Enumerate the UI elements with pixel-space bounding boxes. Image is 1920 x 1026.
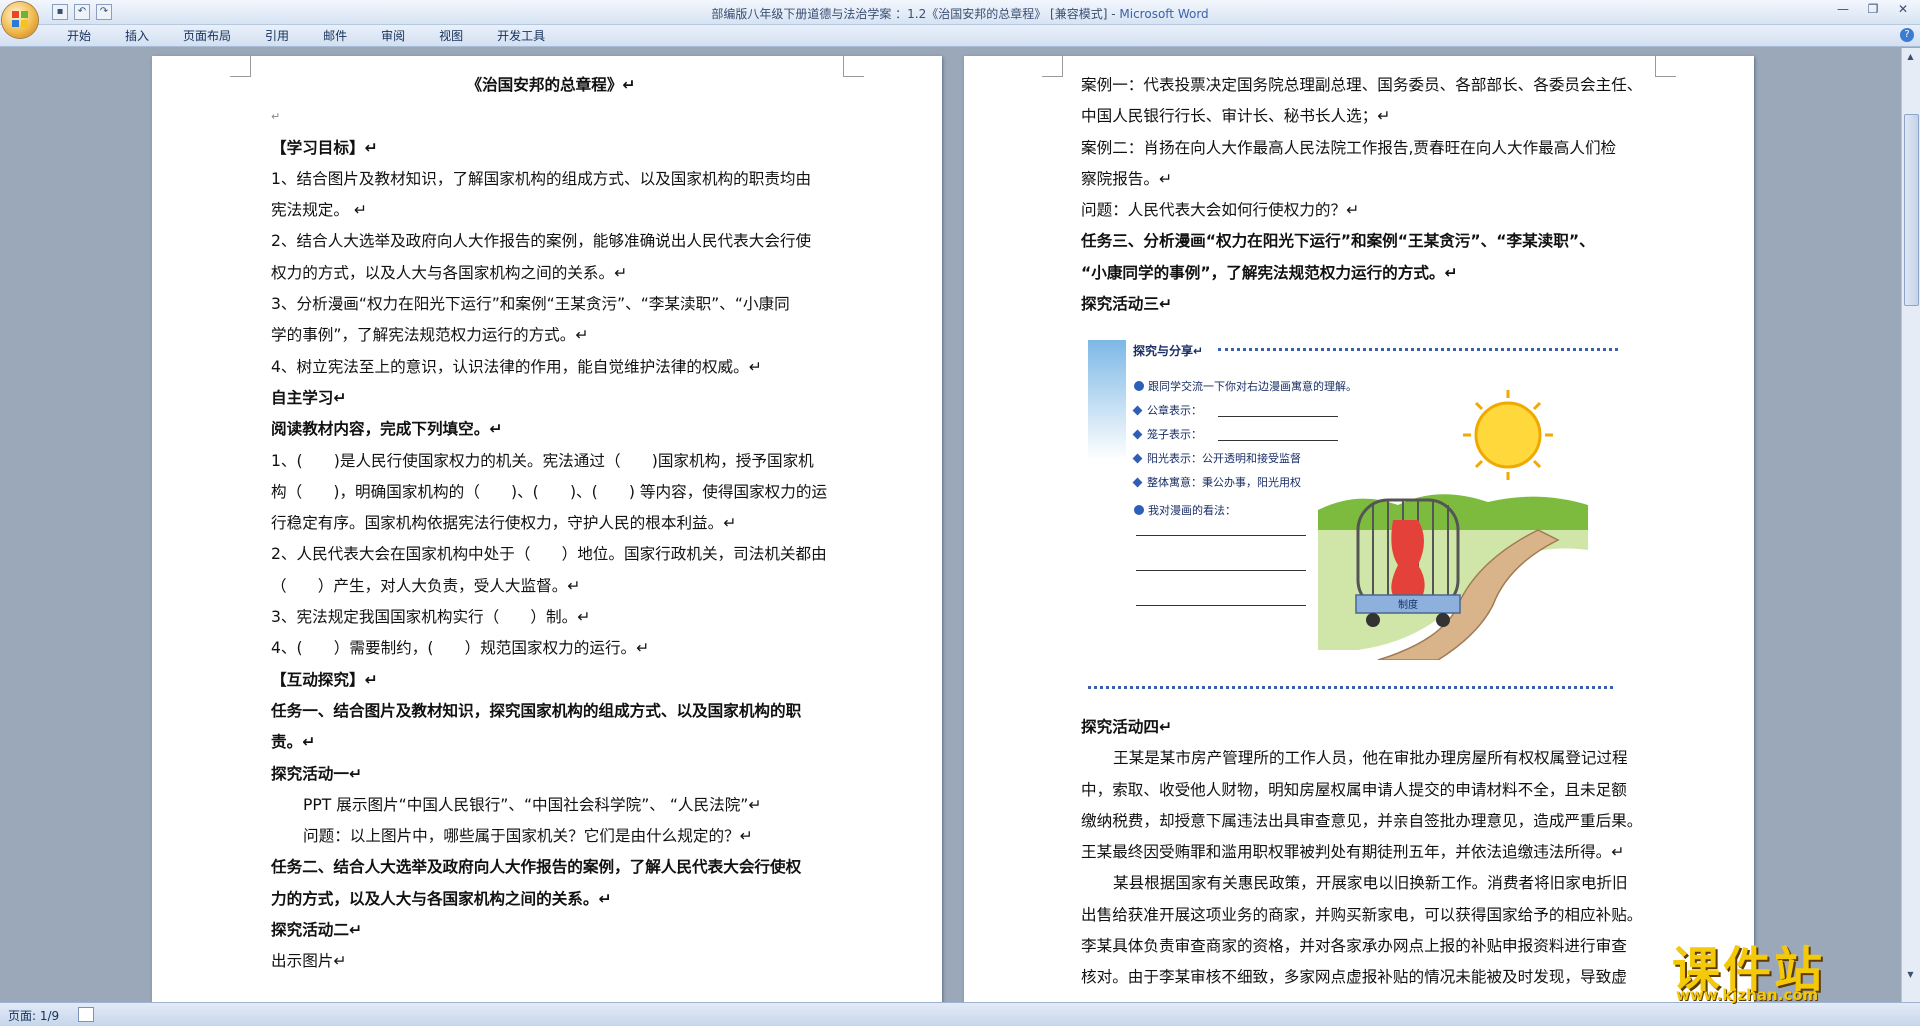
text-line: 问题：人民代表大会如何行使权力的？↵ — [1081, 201, 1360, 220]
text-line: 【互动探究】↵ — [271, 670, 378, 689]
ribbon-tab[interactable]: 插入 — [108, 25, 166, 46]
text-line: 任务一、结合图片及教材知识，探究国家机构的组成方式、以及国家机构的职 — [271, 701, 802, 720]
text-line: “小康同学的事例”，了解宪法规范权力运行的方式。↵ — [1081, 263, 1458, 282]
vertical-scrollbar[interactable]: ▲ ▼ — [1901, 48, 1920, 1002]
text-line: 探究活动二↵ — [271, 921, 363, 940]
figure-side-banner — [1088, 340, 1126, 460]
svg-text:制度: 制度 — [1398, 598, 1418, 611]
text-line: 探究活动一↵ — [271, 764, 363, 783]
help-icon[interactable]: ? — [1900, 28, 1914, 42]
text-line: 探究活动三↵ — [1081, 295, 1173, 314]
text-line: 1、结合图片及教材知识，了解国家机构的组成方式、以及国家机构的职责均由 — [271, 169, 812, 188]
dotted-divider-top — [1218, 348, 1618, 351]
close-icon[interactable]: ✕ — [1890, 0, 1916, 18]
text-line: 宪法规定。 ↵ — [271, 201, 367, 220]
text-line: 自主学习↵ — [271, 388, 347, 407]
text-line: 某县根据国家有关惠民政策，开展家电以旧换新工作。消费者将旧家电折旧 — [1113, 874, 1628, 893]
text-line: 力的方式，以及人大与各国家机构之间的关系。↵ — [271, 889, 612, 908]
ribbon-tabs: 开始 插入 页面布局 引用 邮件 审阅 视图 开发工具 — [0, 25, 1920, 47]
text-line: 3、分析漫画“权力在阳光下运行”和案例“王某贪污”、“李某渎职”、“小康同 — [271, 295, 790, 314]
ribbon-tab[interactable]: 审阅 — [364, 25, 422, 46]
text-line: 任务三、分析漫画“权力在阳光下运行”和案例“王某贪污”、“李某渎职”、 — [1081, 232, 1595, 251]
text-line: 察院报告。↵ — [1081, 169, 1173, 188]
cartoon-figure: 探究与分享↵ 跟同学交流一下你对右边漫画寓意的理解。 公章表示： 笼子表示： 阳… — [1088, 330, 1628, 689]
left-page-text[interactable]: 《治国安邦的总章程》↵ ↵ 【学习目标】↵ 1、结合图片及教材知识，了解国家机构的组成… — [271, 70, 831, 978]
text-line: 任务二、结合人大选举及政府向人大作报告的案例，了解人民代表大会行使权 — [271, 858, 802, 877]
text-line: ↵ — [271, 110, 281, 124]
text-line: 出售给获准开展这项业务的商家，并购买新家电，可以获得国家给予的相应补贴。 — [1081, 905, 1643, 924]
text-line: 王某最终因受贿罪和滥用职权罪被判处有期徒刑五年，并依法追缴违法所得。↵ — [1081, 843, 1625, 862]
dotted-divider-bottom — [1088, 686, 1613, 689]
app-name: Microsoft Word — [1119, 7, 1209, 21]
title-bar: ▪ ↶ ↷ 部编版八年级下册道德与法治学案 ：1.2《治国安邦的总章程》 [兼容… — [0, 0, 1920, 25]
figure-item: 笼子表示： — [1132, 426, 1202, 442]
text-line: 权力的方式，以及人大与各国家机构之间的关系。↵ — [271, 263, 628, 282]
crop-mark — [1042, 56, 1063, 77]
text-line: 4、( ）需要制约，( ）规范国家权力的运行。↵ — [271, 639, 650, 658]
text-line: （ ）产生，对人大负责，受人大监督。↵ — [271, 576, 581, 595]
minimize-icon[interactable]: — — [1830, 0, 1856, 18]
crop-mark — [1655, 56, 1676, 77]
figure-item: 公章表示： — [1132, 402, 1202, 418]
figure-item: 整体寓意：秉公办事，阳光用权 — [1132, 474, 1301, 490]
text-line: 案例一：代表投票决定国务院总理副总理、国务委员、各部部长、各委员会主任、 — [1081, 76, 1643, 94]
text-line: 核对。由于李某审核不细致，多家网点虚报补贴的情况未能被及时发现，导致虚 — [1081, 968, 1627, 987]
blank-line — [1136, 605, 1306, 606]
text-line: 行稳定有序。国家机构依据宪法行使权力，守护人民的根本利益。↵ — [271, 514, 737, 533]
ribbon-tab[interactable]: 开发工具 — [480, 25, 562, 46]
figure-item: 阳光表示：公开透明和接受监督 — [1132, 450, 1301, 466]
right-page-text-bottom[interactable]: 探究活动四↵ 王某是某市房产管理所的工作人员，他在审批办理房屋所有权权属登记过程中… — [1081, 712, 1643, 994]
text-line: 《治国安邦的总章程》↵ — [466, 76, 636, 94]
text-line: 探究活动四↵ — [1081, 718, 1173, 736]
office-button[interactable] — [2, 2, 38, 38]
ribbon-tab[interactable]: 引用 — [248, 25, 306, 46]
proofing-icon[interactable] — [78, 1007, 94, 1022]
text-line: 【学习目标】↵ — [271, 138, 378, 157]
text-line: 李某具体负责审查商家的资格，并对各家承办网点上报的补贴申报资料进行审查 — [1081, 937, 1627, 956]
text-line: 1、( )是人民行使国家权力的机关。宪法通过（ )国家机构，授予国家机 — [271, 451, 814, 470]
window-title: 部编版八年级下册道德与法治学案 ：1.2《治国安邦的总章程》 [兼容模式] - … — [711, 7, 1209, 21]
text-line: 阅读教材内容，完成下列填空。↵ — [271, 420, 503, 439]
scroll-thumb[interactable] — [1904, 114, 1919, 306]
ribbon-tab[interactable]: 视图 — [422, 25, 480, 46]
ribbon-tab[interactable]: 邮件 — [306, 25, 364, 46]
scroll-down-icon[interactable]: ▼ — [1904, 968, 1917, 982]
text-line: 案例二：肖扬在向人大作最高人民法院工作报告,贾春旺在向人大作最高人们检 — [1081, 138, 1617, 157]
scroll-up-icon[interactable]: ▲ — [1904, 50, 1917, 64]
blank-line — [1136, 535, 1306, 536]
cartoon-illustration: 制度 — [1318, 390, 1588, 660]
ribbon-tab[interactable]: 页面布局 — [166, 25, 248, 46]
text-line: 学的事例”，了解宪法规范权力运行的方式。↵ — [271, 326, 589, 345]
text-line: 2、人民代表大会在国家机构中处于（ ）地位。国家行政机关，司法机关都由 — [271, 545, 827, 564]
text-line: 责。↵ — [271, 733, 316, 752]
sun-icon — [1463, 390, 1553, 480]
figure-heading: 探究与分享↵ — [1133, 344, 1204, 358]
status-bar: 页面: 1/9 — [0, 1002, 1920, 1026]
figure-my-view: 我对漫画的看法： — [1134, 502, 1236, 518]
text-line: 2、结合人大选举及政府向人大作报告的案例，能够准确说出人民代表大会行使 — [271, 232, 812, 251]
page-counter[interactable]: 页面: 1/9 — [8, 1007, 59, 1024]
text-line: 中，索取、收受他人财物，明知房屋权属申请人提交的申请材料不全，且未足额 — [1081, 780, 1627, 799]
watermark-url: www.kjzhan.com — [1676, 986, 1819, 1004]
text-line: 问题：以上图片中，哪些属于国家机关？它们是由什么规定的？↵ — [303, 827, 753, 846]
crop-mark — [230, 56, 251, 77]
maximize-icon[interactable]: ❐ — [1860, 0, 1886, 18]
text-line: 缴纳税费，却授意下属违法出具审查意见，并亲自签批办理意见，造成严重后果。 — [1081, 811, 1643, 830]
text-line: 4、树立宪法至上的意识，认识法律的作用，能自觉维护法律的权威。↵ — [271, 357, 762, 376]
office-logo-icon — [11, 10, 29, 28]
crop-mark — [843, 56, 864, 77]
document-title: 部编版八年级下册道德与法治学案 ：1.2《治国安邦的总章程》 [兼容模式] — [711, 7, 1108, 21]
text-line: 中国人民银行行长、审计长、秘书长人选；↵ — [1081, 107, 1391, 126]
text-line: 出示图片↵ — [271, 952, 347, 971]
text-line: 构（ )，明确国家机构的（ )、( )、( ) 等内容，使得国家权力的运 — [271, 482, 828, 501]
text-line: PPT 展示图片“中国人民银行”、“中国社会科学院”、 “人民法院”↵ — [303, 795, 762, 814]
window-controls: — ❐ ✕ — [1830, 0, 1916, 18]
blank-line — [1136, 570, 1306, 571]
text-line: 王某是某市房产管理所的工作人员，他在审批办理房屋所有权权属登记过程 — [1113, 749, 1628, 768]
ribbon-tab[interactable]: 开始 — [50, 25, 108, 46]
right-page-text-top[interactable]: 案例一：代表投票决定国务院总理副总理、国务委员、各部部长、各委员会主任、 中国人民… — [1081, 70, 1643, 320]
text-line: 3、宪法规定我国国家机构实行（ ）制。↵ — [271, 608, 591, 627]
